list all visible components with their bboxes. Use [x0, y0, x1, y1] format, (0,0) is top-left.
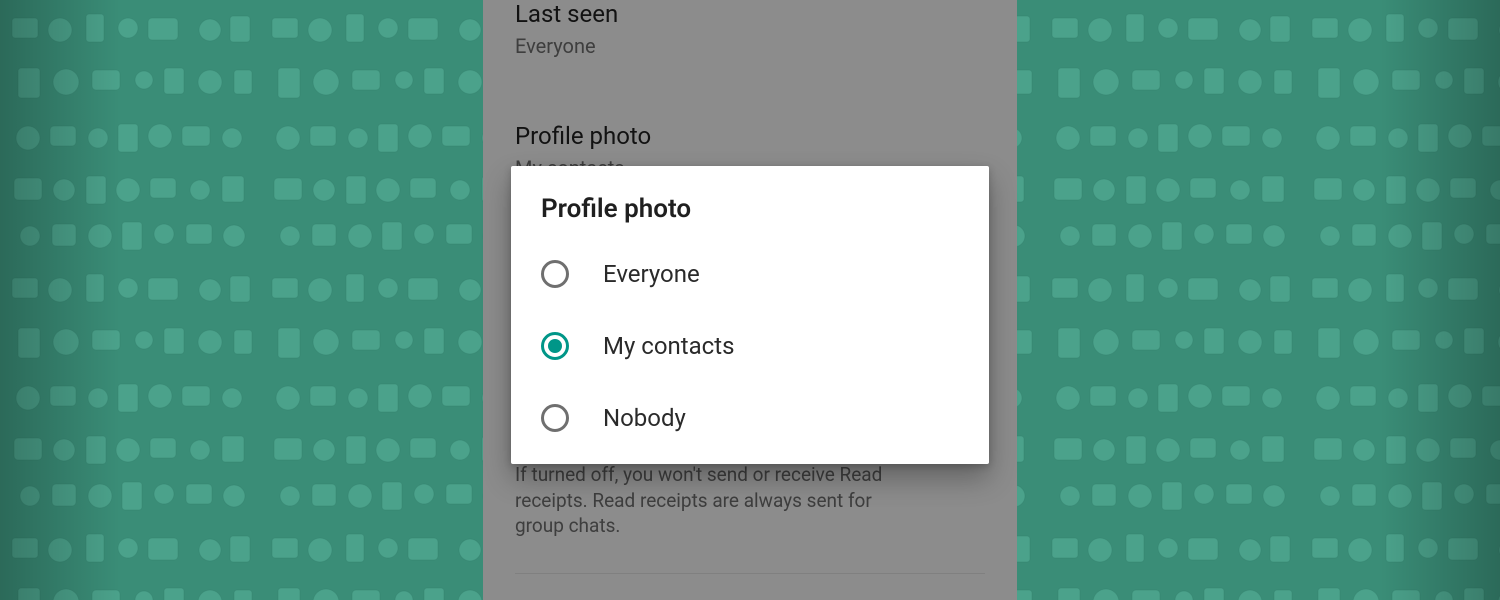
radio-option-my-contacts[interactable]: My contacts	[511, 310, 989, 382]
radio-icon	[541, 404, 569, 432]
profile-photo-dialog: Profile photo Everyone My contacts Nobod…	[511, 166, 989, 464]
radio-option-everyone[interactable]: Everyone	[511, 238, 989, 310]
radio-label: Nobody	[603, 404, 686, 432]
radio-option-nobody[interactable]: Nobody	[511, 382, 989, 454]
radio-icon	[541, 332, 569, 360]
radio-label: My contacts	[603, 332, 734, 360]
radio-label: Everyone	[603, 260, 700, 288]
radio-icon	[541, 260, 569, 288]
dialog-title: Profile photo	[511, 190, 989, 238]
privacy-settings-screen: Last seen Everyone Profile photo My cont…	[483, 0, 1017, 600]
